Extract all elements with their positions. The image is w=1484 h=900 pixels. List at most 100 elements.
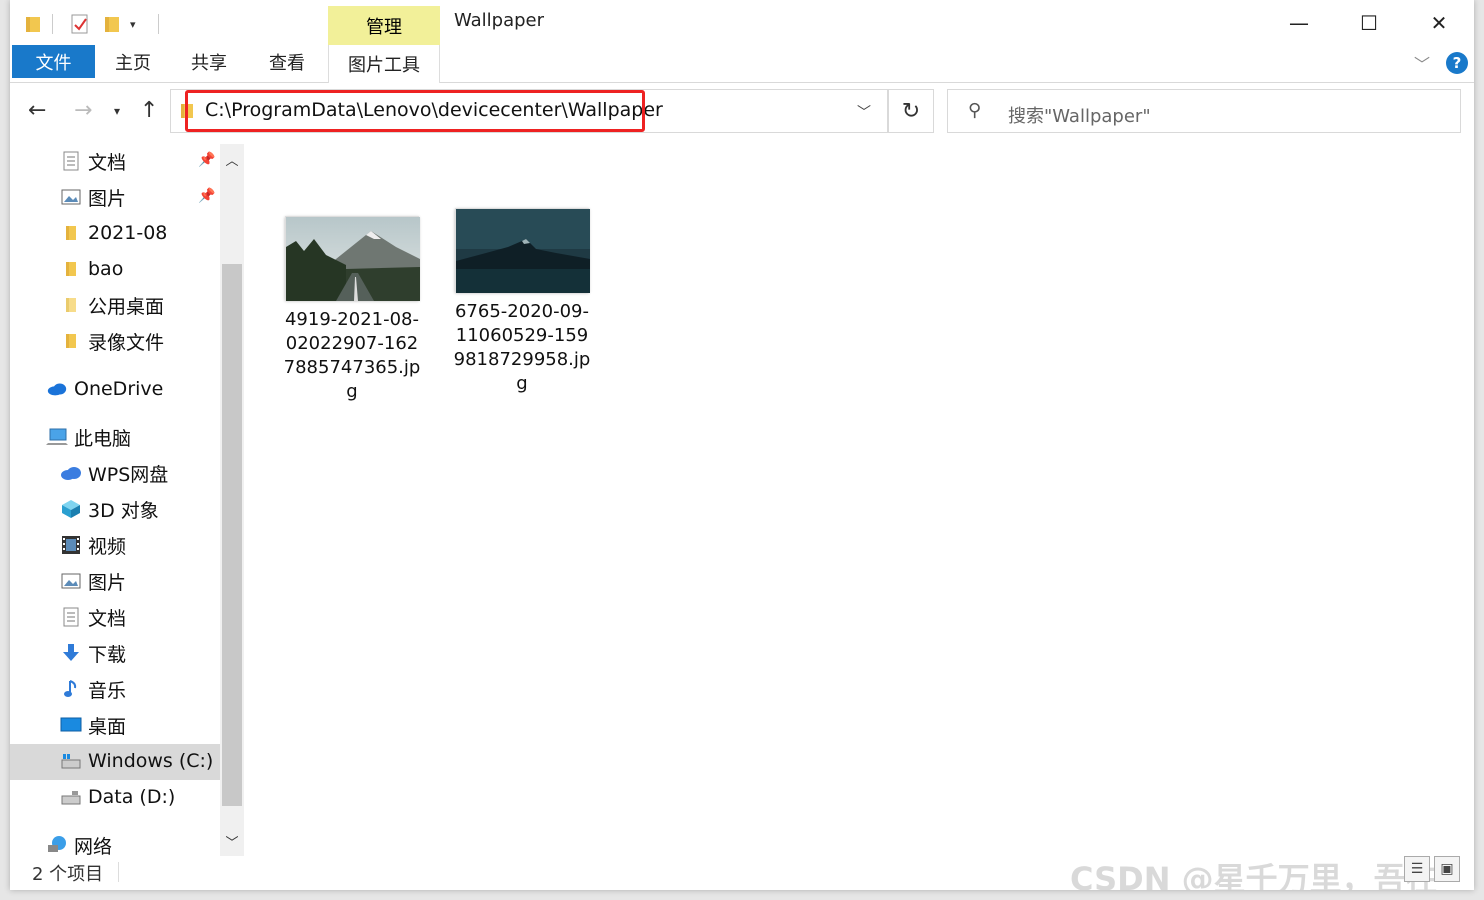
music-icon xyxy=(60,678,82,700)
scroll-down-icon[interactable]: ﹀ xyxy=(220,828,244,854)
sidebar-item-network[interactable]: 网络 xyxy=(46,828,112,856)
document-icon xyxy=(60,150,82,172)
window-title: Wallpaper xyxy=(454,10,545,31)
pin-icon: 📌 xyxy=(198,152,216,168)
sidebar-item-public-desktop[interactable]: 公用桌面 xyxy=(60,288,164,322)
file-name: 6765-2020-09-11060529-1599818729958.jpg xyxy=(453,301,591,394)
sidebar-item-this-pc[interactable]: 此电脑 xyxy=(46,420,131,454)
sidebar-item-music[interactable]: 音乐 xyxy=(60,672,126,706)
forward-arrow-icon[interactable]: → xyxy=(74,98,92,123)
sidebar-item-label: 下载 xyxy=(88,643,127,666)
file-name: 4919-2021-08-02022907-1627885747365.jpg xyxy=(283,309,421,402)
folder-icon[interactable] xyxy=(24,12,42,36)
tab-picture-tools[interactable]: 图片工具 xyxy=(328,45,440,83)
title-bar: ▾ 管理 Wallpaper — ☐ ✕ xyxy=(10,0,1474,46)
sidebar-item-drive-c[interactable]: Windows (C:) xyxy=(60,744,213,778)
sidebar-item-label: 视频 xyxy=(88,535,127,558)
address-highlight-box xyxy=(185,90,645,132)
minimize-button[interactable]: — xyxy=(1276,8,1322,38)
maximize-button[interactable]: ☐ xyxy=(1346,8,1392,38)
address-dropdown-icon[interactable]: ﹀ xyxy=(857,102,871,122)
sidebar-item-label: 图片 xyxy=(88,187,127,210)
toolbar-separator xyxy=(158,14,159,34)
close-button[interactable]: ✕ xyxy=(1416,8,1462,38)
sidebar-item-pictures-quick[interactable]: 图片 xyxy=(60,180,126,214)
toolbar-separator xyxy=(52,14,53,34)
sidebar-item-downloads[interactable]: 下载 xyxy=(60,636,126,670)
manage-tab[interactable]: 管理 xyxy=(328,6,440,46)
sidebar-item-3d-objects[interactable]: 3D 对象 xyxy=(60,492,159,526)
address-bar[interactable]: C:\ProgramData\Lenovo\devicecenter\Wallp… xyxy=(170,89,888,133)
properties-icon[interactable] xyxy=(70,12,90,36)
sidebar-item-label: 此电脑 xyxy=(74,427,132,450)
sidebar-item-label: Windows (C:) xyxy=(88,750,214,772)
scrollbar-thumb[interactable] xyxy=(222,264,242,806)
computer-icon xyxy=(46,426,68,448)
file-item[interactable]: 6765-2020-09-11060529-1599818729958.jpg xyxy=(452,208,592,396)
expand-ribbon-icon[interactable]: ﹀ xyxy=(1414,51,1430,75)
tab-view[interactable]: 查看 xyxy=(264,45,310,78)
sidebar-scrollbar[interactable]: ︿ ﹀ xyxy=(220,144,244,856)
network-icon xyxy=(46,834,68,856)
sidebar-item-recordings[interactable]: 录像文件 xyxy=(60,324,164,358)
sidebar-item-documents[interactable]: 文档 xyxy=(60,600,126,634)
new-folder-icon[interactable] xyxy=(103,12,121,36)
sidebar-item-label: 文档 xyxy=(88,607,127,630)
sidebar-item-label: Data (D:) xyxy=(88,786,176,808)
search-box[interactable]: ⚲ 搜索"Wallpaper" xyxy=(947,89,1461,133)
sidebar-item-drive-d[interactable]: Data (D:) xyxy=(60,780,175,814)
help-icon[interactable]: ? xyxy=(1446,52,1468,74)
file-item[interactable]: 4919-2021-08-02022907-1627885747365.jpg xyxy=(282,216,422,404)
scroll-up-icon[interactable]: ︿ xyxy=(220,146,244,172)
recent-locations-chevron-icon[interactable]: ▾ xyxy=(114,104,120,118)
search-icon: ⚲ xyxy=(968,100,982,121)
status-separator xyxy=(118,862,119,882)
sidebar-item-label: 桌面 xyxy=(88,715,127,738)
download-icon xyxy=(60,642,82,664)
up-arrow-icon[interactable]: ↑ xyxy=(140,98,158,123)
onedrive-icon xyxy=(46,378,68,400)
customize-toolbar-icon[interactable]: ▾ xyxy=(130,12,136,36)
sidebar-item-2021-08[interactable]: 2021-08 xyxy=(60,216,167,250)
sidebar-item-onedrive[interactable]: OneDrive xyxy=(46,372,163,406)
navigation-pane: 文档 📌 图片 📌 2021-08 bao 公用桌面 录像文件 OneDrive xyxy=(10,144,244,856)
sidebar-item-label: WPS网盘 xyxy=(88,463,169,486)
sidebar-item-label: 文档 xyxy=(88,151,127,174)
tab-share[interactable]: 共享 xyxy=(186,45,232,78)
sidebar-item-documents-quick[interactable]: 文档 xyxy=(60,144,126,178)
wps-cloud-icon xyxy=(60,462,82,484)
sidebar-item-bao[interactable]: bao xyxy=(60,252,123,286)
sidebar-item-label: 公用桌面 xyxy=(88,295,165,318)
folder-icon xyxy=(60,222,82,244)
refresh-icon: ↻ xyxy=(901,98,921,124)
image-thumbnail xyxy=(455,208,590,293)
view-switcher: ☰ ▣ xyxy=(1404,856,1460,882)
sidebar-item-label: 3D 对象 xyxy=(88,499,159,522)
document-icon xyxy=(60,606,82,628)
sidebar-item-desktop[interactable]: 桌面 xyxy=(60,708,126,742)
pin-icon: 📌 xyxy=(198,188,216,204)
desktop-icon xyxy=(60,714,82,736)
sidebar-item-label: 图片 xyxy=(88,571,127,594)
tab-file[interactable]: 文件 xyxy=(12,45,95,78)
sidebar-item-wps-cloud[interactable]: WPS网盘 xyxy=(60,456,168,490)
file-list: 4919-2021-08-02022907-1627885747365.jpg … xyxy=(246,144,1474,856)
tab-home[interactable]: 主页 xyxy=(110,45,156,78)
videos-icon xyxy=(60,534,82,556)
sidebar-item-label: OneDrive xyxy=(74,378,164,400)
folder-icon xyxy=(60,294,82,316)
3d-objects-icon xyxy=(60,498,82,520)
back-arrow-icon[interactable]: ← xyxy=(28,98,46,123)
image-thumbnail xyxy=(285,216,420,301)
pictures-icon xyxy=(60,186,82,208)
sidebar-item-pictures[interactable]: 图片 xyxy=(60,564,126,598)
ribbon-tabs: 文件 主页 共享 查看 图片工具 ﹀ ? xyxy=(10,45,1474,83)
details-view-icon[interactable]: ☰ xyxy=(1404,856,1430,882)
folder-icon xyxy=(60,258,82,280)
large-icons-view-icon[interactable]: ▣ xyxy=(1434,856,1460,882)
refresh-button[interactable]: ↻ xyxy=(888,89,934,133)
sidebar-item-label: 音乐 xyxy=(88,679,127,702)
search-input[interactable]: 搜索"Wallpaper" xyxy=(1008,102,1151,128)
sidebar-item-videos[interactable]: 视频 xyxy=(60,528,126,562)
status-item-count: 2 个项目 xyxy=(32,864,104,885)
